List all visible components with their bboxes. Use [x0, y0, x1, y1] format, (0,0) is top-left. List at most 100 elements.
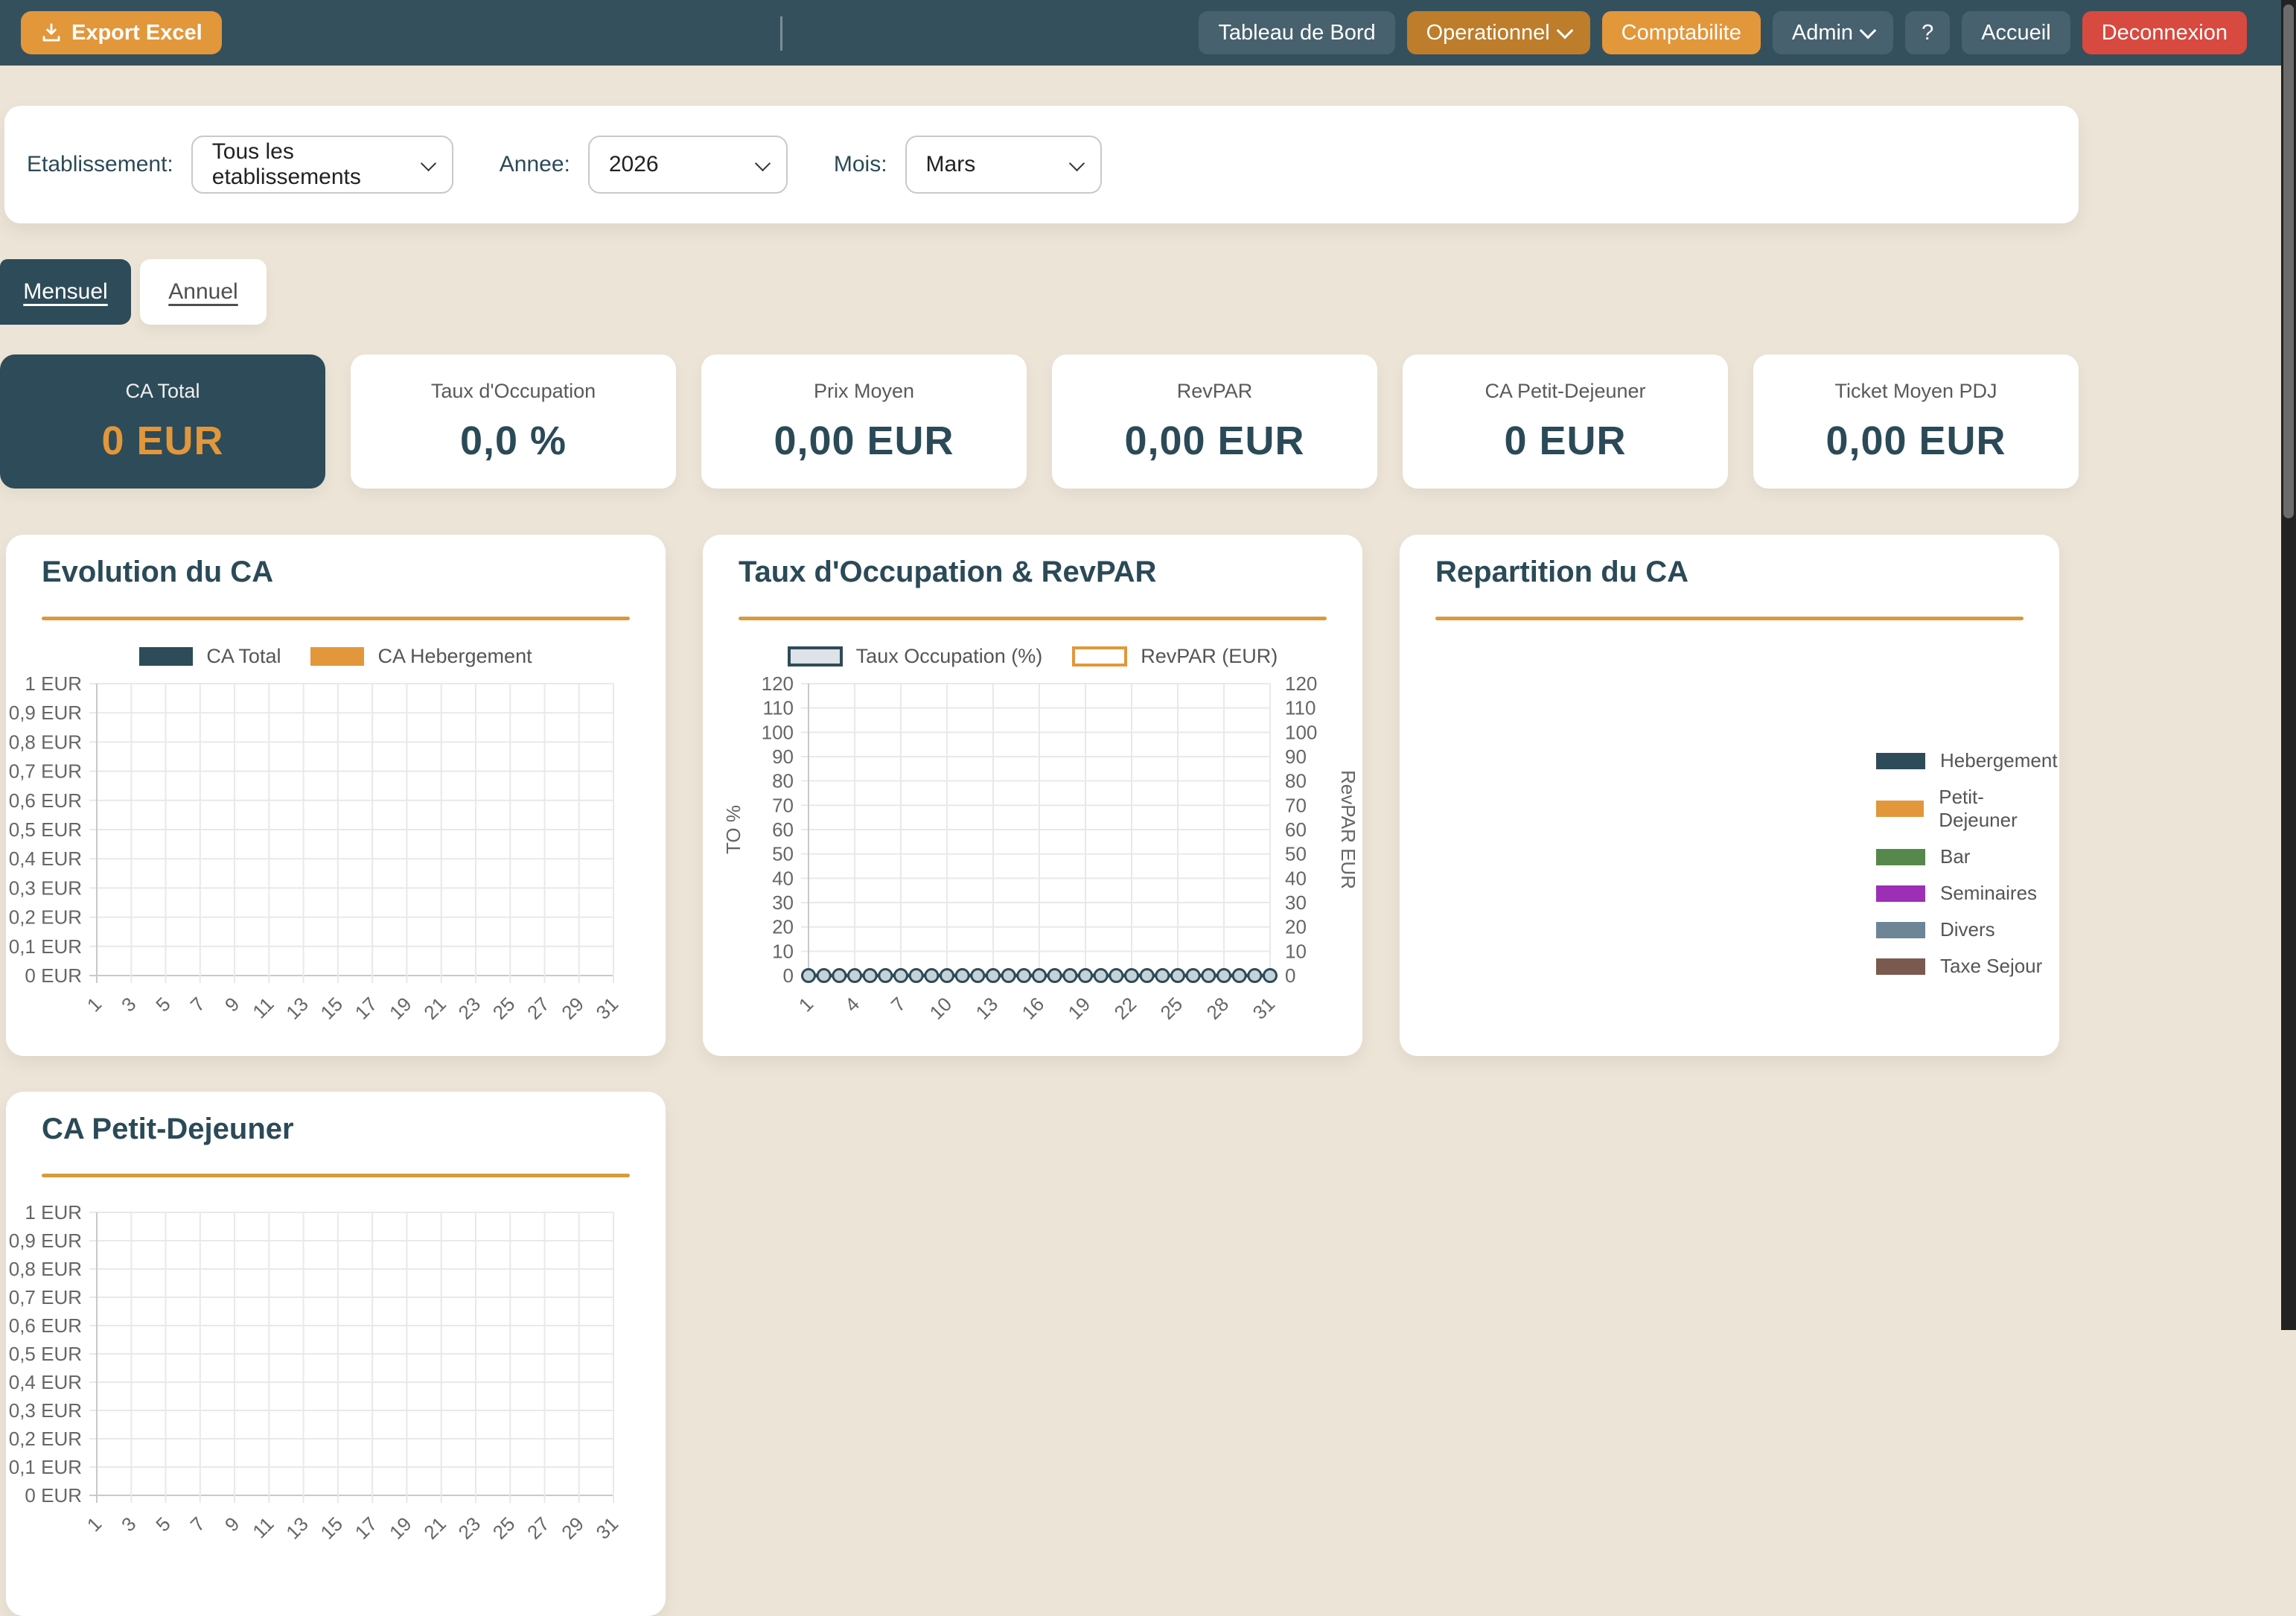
svg-text:0,2 EUR: 0,2 EUR	[9, 1428, 82, 1450]
chevron-down-icon	[755, 156, 771, 171]
kpi-value: 0 EUR	[101, 418, 223, 464]
svg-text:1: 1	[794, 993, 817, 1016]
svg-text:0,5 EUR: 0,5 EUR	[9, 1343, 82, 1365]
chevron-down-icon	[1068, 156, 1084, 171]
svg-text:11: 11	[248, 1512, 278, 1542]
nav-button-deconnexion[interactable]: Deconnexion	[2082, 11, 2247, 54]
svg-text:120: 120	[762, 672, 794, 695]
legend-item-hebergement[interactable]: Hebergement	[1876, 749, 2059, 772]
taux-revpar-chart-card: Taux d'Occupation & RevPAR Taux Occupati…	[703, 535, 1362, 1056]
svg-text:0,3 EUR: 0,3 EUR	[9, 877, 82, 899]
legend-item-divers[interactable]: Divers	[1876, 918, 2059, 941]
nav-button-accueil[interactable]: Accueil	[1962, 11, 2070, 54]
evolution-ca-chart-card: Evolution du CA CA TotalCA Hebergement 1…	[6, 535, 666, 1056]
legend-item-bar[interactable]: Bar	[1876, 845, 2059, 868]
svg-text:40: 40	[1285, 867, 1307, 889]
svg-text:23: 23	[454, 1512, 485, 1544]
svg-text:11: 11	[248, 993, 278, 1022]
kpi-value: 0,00 EUR	[1825, 418, 2006, 464]
svg-text:15: 15	[316, 1512, 347, 1544]
export-excel-button[interactable]: Export Excel	[21, 11, 222, 54]
svg-text:0,7 EUR: 0,7 EUR	[9, 760, 82, 783]
legend-item-petit-dejeuner[interactable]: Petit-Dejeuner	[1876, 786, 2059, 832]
kpi-label: Taux d'Occupation	[431, 380, 596, 403]
svg-text:1: 1	[83, 993, 106, 1016]
legend-swatch	[1876, 753, 1925, 769]
legend-swatch	[1876, 922, 1925, 938]
svg-text:70: 70	[1285, 794, 1307, 816]
svg-text:5: 5	[151, 993, 174, 1016]
annee-select[interactable]: 2026	[588, 136, 788, 194]
svg-text:0,8 EUR: 0,8 EUR	[9, 1258, 82, 1280]
kpi-card-ticket-moyen-pdj[interactable]: Ticket Moyen PDJ0,00 EUR	[1753, 354, 2079, 489]
svg-text:40: 40	[772, 867, 794, 889]
legend-label: Bar	[1940, 845, 1970, 868]
svg-text:16: 16	[1018, 993, 1049, 1024]
etablissement-select[interactable]: Tous les etablissements	[191, 136, 453, 194]
kpi-card-ca-petit-dejeuner[interactable]: CA Petit-Dejeuner0 EUR	[1403, 354, 1728, 489]
etablissement-label: Etablissement:	[27, 152, 173, 177]
svg-text:0,3 EUR: 0,3 EUR	[9, 1399, 82, 1422]
svg-text:28: 28	[1202, 993, 1234, 1024]
svg-text:30: 30	[1285, 891, 1307, 914]
svg-text:9: 9	[220, 993, 243, 1016]
svg-text:3: 3	[117, 993, 140, 1016]
nav-button-label: Accueil	[1981, 21, 2051, 45]
svg-text:0,2 EUR: 0,2 EUR	[9, 906, 82, 929]
nav-button-label: Tableau de Bord	[1218, 21, 1375, 45]
legend-item-seminaires[interactable]: Seminaires	[1876, 882, 2059, 905]
kpi-card-prix-moyen[interactable]: Prix Moyen0,00 EUR	[701, 354, 1027, 489]
svg-text:19: 19	[385, 993, 416, 1024]
nav-button-label: Admin	[1792, 21, 1853, 45]
svg-text:29: 29	[557, 1512, 588, 1544]
mois-select[interactable]: Mars	[905, 136, 1102, 194]
svg-text:0: 0	[1285, 964, 1295, 987]
filter-group-etablissement: Etablissement: Tous les etablissements	[27, 136, 453, 194]
evolution-ca-plot: 1 EUR0,9 EUR0,8 EUR0,7 EUR0,6 EUR0,5 EUR…	[6, 535, 666, 1056]
svg-text:1 EUR: 1 EUR	[25, 672, 82, 695]
svg-text:TO %: TO %	[722, 805, 744, 854]
nav-button-operationnel[interactable]: Operationnel	[1407, 11, 1590, 54]
legend-item-taxe-sejour[interactable]: Taxe Sejour	[1876, 955, 2059, 978]
svg-text:110: 110	[763, 697, 794, 719]
export-excel-label: Export Excel	[71, 21, 203, 45]
kpi-card-ca-total[interactable]: CA Total0 EUR	[0, 354, 325, 489]
svg-text:0: 0	[783, 964, 794, 987]
nav-button-label: Comptabilite	[1621, 21, 1741, 45]
kpi-row: CA Total0 EUR Taux d'Occupation 0,0 % Prix …	[0, 354, 2079, 489]
kpi-value: 0,0 %	[460, 418, 567, 464]
legend-label: Hebergement	[1940, 749, 2058, 772]
svg-text:0 EUR: 0 EUR	[25, 1484, 82, 1507]
legend-swatch	[1876, 849, 1925, 865]
legend-label: Petit-Dejeuner	[1939, 786, 2059, 832]
page-scrollbar-thumb[interactable]	[2283, 4, 2294, 518]
nav-button-tableau-de-bord[interactable]: Tableau de Bord	[1199, 11, 1394, 54]
svg-text:0,4 EUR: 0,4 EUR	[9, 1371, 82, 1393]
svg-text:RevPAR EUR: RevPAR EUR	[1337, 770, 1359, 889]
charts-row: Evolution du CA CA TotalCA Hebergement 1…	[6, 535, 2059, 1056]
nav-button-comptabilite[interactable]: Comptabilite	[1602, 11, 1761, 54]
svg-text:25: 25	[488, 993, 520, 1024]
svg-text:22: 22	[1110, 993, 1141, 1024]
nav-button-item[interactable]: ?	[1905, 11, 1950, 54]
svg-text:7: 7	[186, 1512, 209, 1536]
svg-text:17: 17	[351, 993, 382, 1024]
legend-label: Seminaires	[1940, 882, 2037, 905]
nav-button-admin[interactable]: Admin	[1773, 11, 1893, 54]
svg-text:19: 19	[1064, 993, 1095, 1024]
svg-text:60: 60	[1285, 818, 1307, 841]
page-scrollbar-track[interactable]	[2281, 0, 2296, 1330]
svg-text:0,6 EUR: 0,6 EUR	[9, 1314, 82, 1337]
svg-text:90: 90	[1285, 745, 1307, 768]
svg-text:100: 100	[762, 721, 794, 743]
svg-text:80: 80	[772, 770, 794, 792]
svg-text:9: 9	[220, 1512, 243, 1536]
repartition-ca-chart-card: Repartition du CA HebergementPetit-Dejeu…	[1400, 535, 2059, 1056]
kpi-value: 0 EUR	[1504, 418, 1626, 464]
kpi-card-taux-d-occupation[interactable]: Taux d'Occupation 0,0 %	[351, 354, 676, 489]
tab-mensuel[interactable]: Mensuel	[0, 259, 131, 325]
kpi-card-revpar[interactable]: RevPAR0,00 EUR	[1052, 354, 1377, 489]
taux-revpar-plot: 1201201101101001009090808070706060505040…	[703, 535, 1362, 1056]
svg-text:0,4 EUR: 0,4 EUR	[9, 847, 82, 870]
tab-annuel[interactable]: Annuel	[140, 259, 267, 325]
